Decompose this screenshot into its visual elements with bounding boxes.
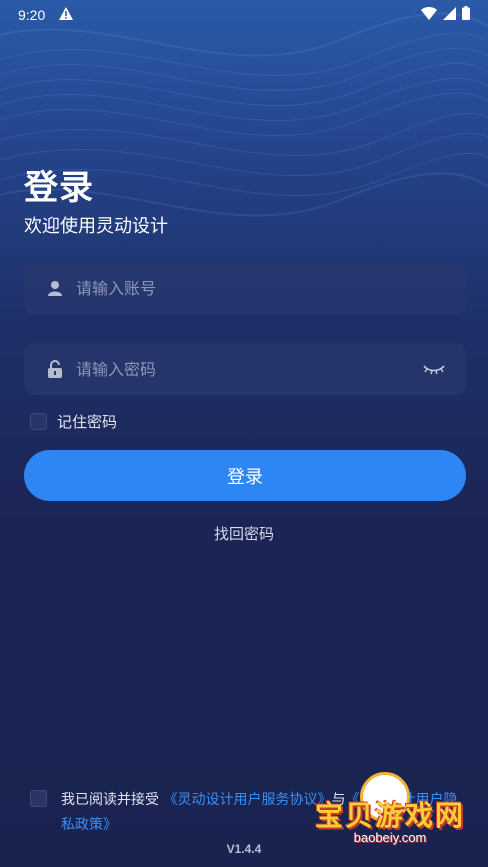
signal-icon bbox=[443, 6, 456, 24]
watermark-text: 宝贝游戏网 bbox=[314, 799, 465, 832]
status-bar: 9:20 bbox=[0, 0, 488, 30]
status-time: 9:20 bbox=[18, 7, 46, 23]
eye-closed-icon[interactable] bbox=[422, 361, 446, 377]
password-field[interactable] bbox=[24, 343, 466, 395]
watermark: 宝贝游戏网 baobeiy.com bbox=[310, 772, 470, 852]
page-title: 登录 bbox=[24, 168, 94, 208]
username-input[interactable] bbox=[76, 278, 446, 298]
remember-checkbox[interactable] bbox=[30, 413, 47, 430]
service-agreement-link[interactable]: 《灵动设计用户服务协议》 bbox=[163, 792, 331, 808]
login-button[interactable]: 登录 bbox=[24, 450, 466, 501]
status-icons bbox=[421, 6, 470, 24]
background bbox=[0, 0, 488, 867]
forgot-password-link[interactable]: 找回密码 bbox=[0, 523, 488, 544]
battery-icon bbox=[462, 6, 470, 24]
page-subtitle: 欢迎使用灵动设计 bbox=[24, 216, 168, 237]
remember-label: 记住密码 bbox=[57, 413, 118, 431]
wifi-icon bbox=[421, 6, 437, 24]
agreement-checkbox[interactable] bbox=[30, 790, 47, 807]
username-field[interactable] bbox=[24, 262, 466, 314]
remember-password[interactable]: 记住密码 bbox=[30, 411, 117, 432]
password-input[interactable] bbox=[76, 359, 422, 379]
watermark-url: baobeiy.com bbox=[353, 830, 427, 845]
agreement-prefix: 我已阅读并接受 bbox=[61, 792, 159, 808]
warning-icon bbox=[59, 6, 74, 24]
lock-icon bbox=[46, 360, 64, 378]
user-icon bbox=[46, 279, 64, 297]
